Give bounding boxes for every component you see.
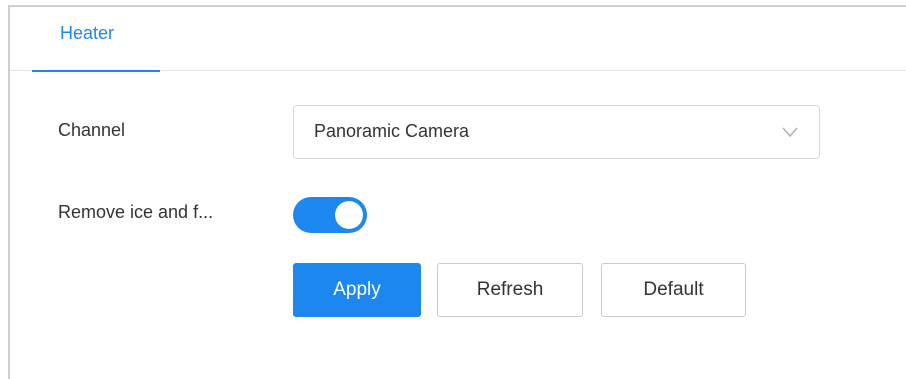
tab-heater-label: Heater — [60, 23, 115, 43]
heater-settings-panel: Heater Channel Panoramic Camera Remove i… — [8, 5, 906, 379]
apply-button[interactable]: Apply — [293, 263, 421, 317]
channel-select-value: Panoramic Camera — [314, 121, 470, 141]
default-button[interactable]: Default — [601, 263, 746, 317]
refresh-button[interactable]: Refresh — [437, 263, 583, 317]
toggle-knob — [335, 201, 363, 229]
channel-label: Channel — [58, 120, 126, 140]
remove-ice-label: Remove ice and f... — [58, 202, 214, 222]
chevron-down-icon — [782, 127, 798, 138]
remove-ice-toggle[interactable] — [293, 197, 367, 233]
tab-heater[interactable]: Heater — [32, 7, 160, 72]
active-tab-indicator — [32, 70, 160, 72]
tab-bar: Heater — [10, 7, 906, 72]
channel-select[interactable]: Panoramic Camera — [293, 105, 820, 159]
